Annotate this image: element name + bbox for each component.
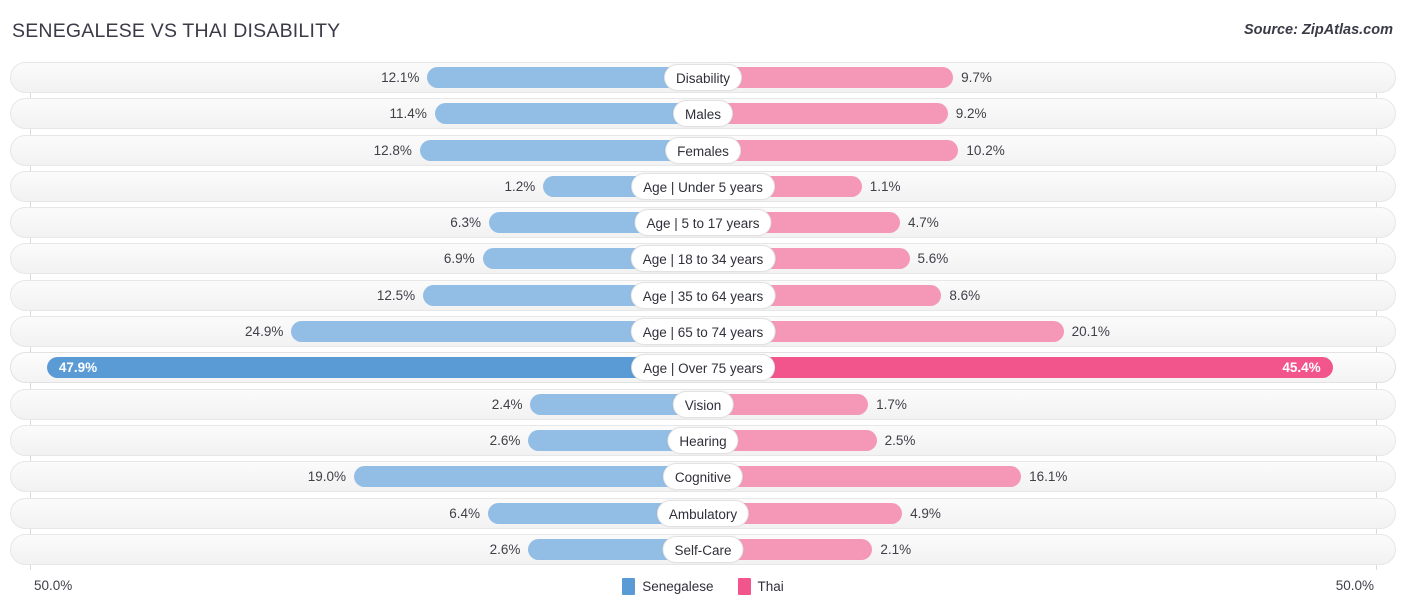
- chart-legend: Senegalese Thai: [0, 578, 1406, 595]
- value-label-thai: 1.7%: [876, 396, 907, 412]
- value-label-thai: 9.2%: [955, 106, 987, 122]
- value-label-senegalese: 12.8%: [373, 142, 412, 158]
- chart-header: SENEGALESE VS THAI DISABILITY Source: Zi…: [0, 0, 1406, 62]
- table-row[interactable]: 2.6% 2.1% Self-Care: [0, 533, 1406, 565]
- table-row[interactable]: 2.4% 1.7% Vision: [0, 388, 1406, 420]
- value-label-senegalese: 6.4%: [449, 505, 480, 521]
- bar-thai: [703, 139, 959, 161]
- table-row[interactable]: 47.9% 45.4% Age | Over 75 years: [0, 352, 1406, 384]
- table-row[interactable]: 1.2% 1.1% Age | Under 5 years: [0, 170, 1406, 202]
- value-label-senegalese: 19.0%: [307, 469, 347, 485]
- table-row[interactable]: 12.8% 10.2% Females: [0, 134, 1406, 166]
- value-label-thai: 10.2%: [966, 142, 1005, 158]
- value-label-senegalese: 47.9%: [58, 360, 98, 376]
- row-category-label: Self-Care: [662, 535, 744, 563]
- chart-plot-area: 12.1% 9.7% Disability 11.4% 9.2% Males 12.8% 10…: [0, 62, 1406, 570]
- table-row[interactable]: 6.4% 4.9% Ambulatory: [0, 497, 1406, 529]
- row-category-label: Ambulatory: [656, 499, 750, 527]
- row-category-label: Age | 35 to 64 years: [630, 281, 776, 309]
- bar-senegalese: [427, 67, 703, 88]
- value-label-senegalese: 6.3%: [450, 215, 482, 231]
- table-row[interactable]: 19.0% 16.1% Cognitive: [0, 461, 1406, 493]
- value-label-thai: 8.6%: [949, 287, 981, 303]
- bar-senegalese: [46, 357, 703, 379]
- bar-thai: [703, 357, 1333, 379]
- bar-thai: [703, 103, 948, 125]
- bar-rows-container: 12.1% 9.7% Disability 11.4% 9.2% Males 12.8% 10…: [0, 62, 1406, 570]
- value-label-senegalese: 11.4%: [389, 106, 427, 122]
- value-label-senegalese: 12.5%: [376, 287, 416, 303]
- value-label-senegalese: 6.9%: [443, 251, 475, 267]
- value-label-thai: 45.4%: [1282, 360, 1321, 376]
- row-category-label: Females: [665, 136, 741, 164]
- row-category-label: Age | Under 5 years: [631, 172, 775, 200]
- row-category-label: Males: [672, 100, 734, 128]
- legend-item[interactable]: Thai: [737, 578, 784, 595]
- table-row[interactable]: 12.1% 9.7% Disability: [0, 62, 1406, 93]
- legend-label: Thai: [757, 579, 784, 594]
- value-label-thai: 2.1%: [880, 541, 912, 557]
- value-label-senegalese: 2.6%: [489, 541, 521, 557]
- legend-swatch-icon: [737, 578, 751, 595]
- value-label-senegalese: 24.9%: [245, 324, 284, 340]
- row-category-label: Disability: [663, 64, 743, 91]
- table-row[interactable]: 6.9% 5.6% Age | 18 to 34 years: [0, 243, 1406, 275]
- value-label-thai: 1.1%: [869, 178, 901, 194]
- value-label-senegalese: 2.6%: [489, 432, 521, 448]
- legend-label: Senegalese: [642, 579, 714, 594]
- row-category-label: Cognitive: [662, 463, 744, 491]
- bar-thai: [703, 466, 1022, 488]
- row-category-label: Age | Over 75 years: [631, 354, 775, 382]
- table-row[interactable]: 11.4% 9.2% Males: [0, 98, 1406, 130]
- row-category-label: Age | 18 to 34 years: [630, 245, 776, 273]
- row-category-label: Hearing: [667, 426, 739, 454]
- row-category-label: Vision: [672, 390, 734, 418]
- bar-senegalese: [434, 103, 703, 125]
- bar-senegalese: [354, 466, 703, 488]
- value-label-thai: 4.9%: [910, 505, 941, 521]
- legend-swatch-icon: [622, 578, 636, 595]
- row-category-label: Age | 5 to 17 years: [634, 209, 772, 237]
- table-row[interactable]: 12.5% 8.6% Age | 35 to 64 years: [0, 279, 1406, 311]
- value-label-thai: 4.7%: [907, 215, 939, 231]
- value-label-thai: 2.5%: [884, 432, 916, 448]
- value-label-senegalese: 1.2%: [504, 178, 536, 194]
- legend-item[interactable]: Senegalese: [622, 578, 714, 595]
- value-label-thai: 20.1%: [1071, 324, 1110, 340]
- page-title: SENEGALESE VS THAI DISABILITY: [12, 20, 341, 42]
- value-label-thai: 9.7%: [961, 70, 992, 85]
- value-label-thai: 16.1%: [1029, 469, 1068, 485]
- table-row[interactable]: 2.6% 2.5% Hearing: [0, 424, 1406, 456]
- value-label-thai: 5.6%: [917, 251, 949, 267]
- table-row[interactable]: 6.3% 4.7% Age | 5 to 17 years: [0, 207, 1406, 239]
- value-label-senegalese: 2.4%: [491, 396, 523, 412]
- chart-footer: 50.0% 50.0% Senegalese Thai: [0, 570, 1406, 612]
- bar-senegalese: [419, 139, 703, 161]
- table-row[interactable]: 24.9% 20.1% Age | 65 to 74 years: [0, 316, 1406, 348]
- value-label-senegalese: 12.1%: [381, 70, 420, 85]
- source-label: Source: ZipAtlas.com: [1243, 22, 1393, 38]
- row-category-label: Age | 65 to 74 years: [630, 318, 776, 346]
